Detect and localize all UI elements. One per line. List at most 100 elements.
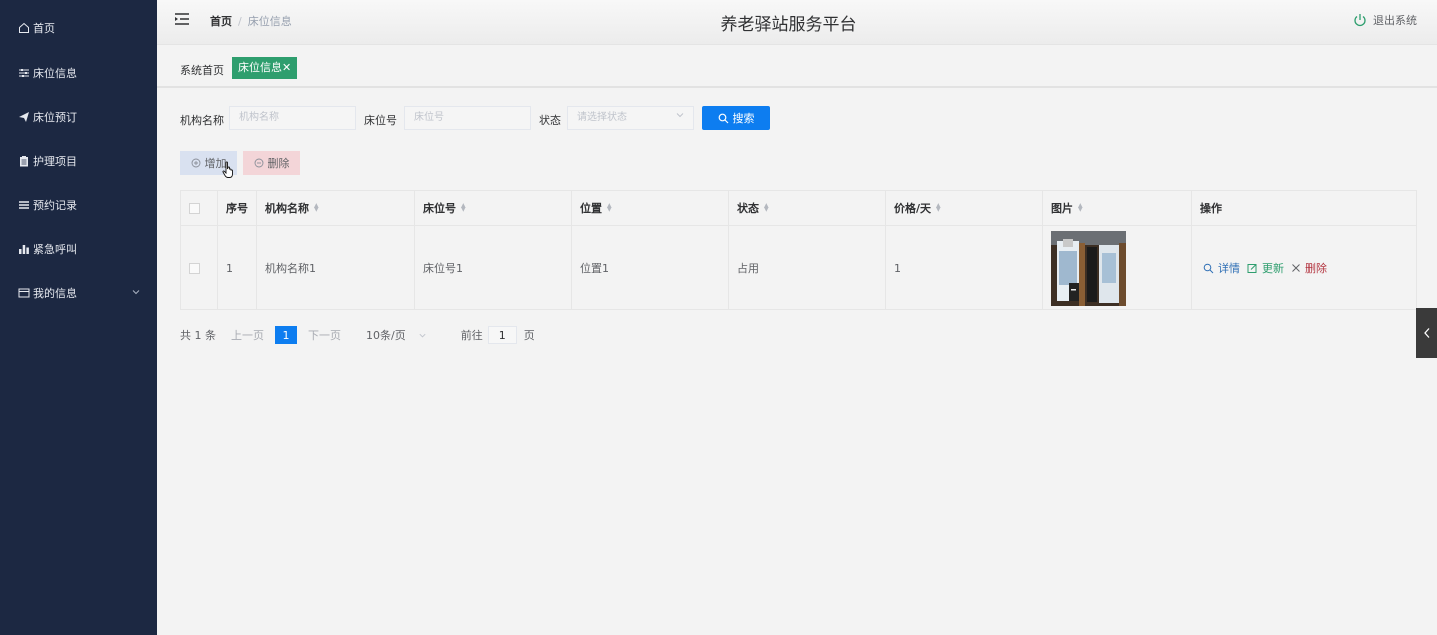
cell-ops: 详情 更新 删除 [1192,226,1416,310]
sort-icon[interactable]: ▲ ▼ [461,203,466,213]
tag-bed-info[interactable]: 床位信息✕ [232,57,298,79]
sort-icon[interactable]: ▲ ▼ [607,203,612,213]
header-checkbox-cell [181,191,218,226]
goto-label: 前往 [460,329,483,342]
next-page-button[interactable]: 下一页 [308,327,341,343]
sidebar-item-label: 我的信息 [33,287,77,300]
column-header-location[interactable]: 位置 ▲ ▼ [572,191,729,226]
goto-page-input[interactable]: 1 [487,326,517,344]
top-header: 首页 / 床位信息 养老驿站服务平台 退出系统 [157,0,1437,45]
sidebar-item-care-items[interactable]: 护理项目 [0,139,157,183]
column-header-price[interactable]: 价格/天 ▲ ▼ [886,191,1043,226]
column-header-label: 价格/天 [894,202,932,215]
chevron-left-icon [1423,328,1429,338]
bed-photo[interactable] [1051,230,1126,306]
logout-button[interactable]: 退出系统 [1353,12,1417,28]
list-icon [18,199,30,211]
bar-chart-icon [18,243,30,255]
column-header-label: 机构名称 [265,202,309,215]
column-header-label: 操作 [1200,202,1222,215]
plus-circle-icon [191,158,200,168]
page-unit-label: 页 [523,329,535,342]
sort-icon[interactable]: ▲ ▼ [314,203,319,213]
power-icon [1354,14,1366,27]
batch-delete-button[interactable]: 删除 [243,151,300,175]
sidebar-item-bed-booking[interactable]: 床位预订 [0,95,157,139]
cell-bed: 床位号1 [415,226,572,310]
row-checkbox-cell [181,226,218,310]
update-button[interactable]: 更新 [1247,260,1284,276]
tag-home[interactable]: 系统首页 [180,62,224,78]
sidebar-item-label: 床位预订 [33,111,77,124]
sort-icon[interactable]: ▲ ▼ [936,203,941,213]
bed-search-input[interactable]: 床位号 [404,106,531,130]
column-header-image[interactable]: 图片 ▲ ▼ [1043,191,1192,226]
detail-button[interactable]: 详情 [1203,260,1240,276]
detail-label: 详情 [1218,262,1240,275]
cell-org: 机构名称1 [257,226,415,310]
row-checkbox[interactable] [189,262,200,274]
org-search-input[interactable]: 机构名称 [229,106,356,130]
sidebar: 首页 床位信息 床位预订 护理项目 预约记录 紧急呼叫 我的信息 [0,0,157,635]
sidebar-item-home[interactable]: 首页 [0,6,157,50]
sidebar-item-label: 床位信息 [33,67,77,80]
sidebar-item-emergency[interactable]: 紧急呼叫 [0,227,157,271]
column-header-label: 状态 [737,202,759,215]
sidebar-item-my-info[interactable]: 我的信息 [0,271,157,315]
cell-location: 位置1 [572,226,729,310]
page-size-select[interactable]: 10条/页 [366,327,427,343]
paper-plane-icon [18,111,30,123]
search-button-label: 搜索 [732,112,755,125]
chevron-down-icon [419,333,426,337]
tags-bar: 系统首页 床位信息✕ [157,46,1437,88]
column-header-bed[interactable]: 床位号 ▲ ▼ [415,191,572,226]
column-header-label: 床位号 [423,202,456,215]
sidebar-item-appointments[interactable]: 预约记录 [0,183,157,227]
page-size-value: 10条/页 [366,329,406,342]
column-header-status[interactable]: 状态 ▲ ▼ [729,191,886,226]
cell-price: 1 [886,226,1043,310]
search-icon [718,113,728,123]
minus-circle-icon [254,158,263,168]
bed-table: 序号 机构名称 ▲ ▼ 床位号 ▲ ▼ 位置 ▲ ▼ 状态 ▲ ▼ 价格/天 ▲ ▼ 图片 ▲ ▼ 操作… [180,190,1417,310]
home-icon [18,22,30,34]
logout-label: 退出系统 [1373,14,1417,27]
column-header-label: 位置 [580,202,602,215]
column-header-org[interactable]: 机构名称 ▲ ▼ [257,191,415,226]
clipboard-icon [18,155,30,167]
hand-pointer-icon [222,161,233,178]
id-card-icon [18,287,30,299]
column-header-label: 序号 [226,202,248,215]
status-label: 状态 [539,114,561,127]
select-all-checkbox[interactable] [189,202,200,214]
chevron-down-icon[interactable] [131,287,141,300]
sort-icon[interactable]: ▲ ▼ [1078,203,1083,213]
close-icon[interactable]: ✕ [282,61,291,74]
search-button[interactable]: 搜索 [702,106,770,130]
page-number-1[interactable]: 1 [275,326,297,344]
cell-index: 1 [218,226,257,310]
org-label: 机构名称 [180,114,224,127]
edit-icon [1247,263,1257,273]
bed-label: 床位号 [364,114,397,127]
delete-button-label: 删除 [267,157,290,170]
sidebar-item-label: 首页 [33,22,55,35]
cell-image [1043,226,1192,310]
sidebar-item-bed-info[interactable]: 床位信息 [0,51,157,95]
prev-page-button[interactable]: 上一页 [231,327,264,343]
sidebar-item-label: 护理项目 [33,155,77,168]
delete-label: 删除 [1305,262,1327,275]
update-label: 更新 [1262,262,1284,275]
status-select[interactable]: 请选择状态 [567,106,694,130]
column-header-ops: 操作 [1192,191,1416,226]
right-panel-toggle[interactable] [1416,308,1437,358]
sort-icon[interactable]: ▲ ▼ [764,203,769,213]
close-icon [1292,264,1300,272]
column-header-index: 序号 [218,191,257,226]
chevron-down-icon [675,107,685,129]
sliders-icon [18,67,30,79]
cell-status: 占用 [729,226,886,310]
delete-button[interactable]: 删除 [1291,260,1327,276]
tag-label: 床位信息 [238,61,282,74]
search-icon [1203,263,1214,273]
